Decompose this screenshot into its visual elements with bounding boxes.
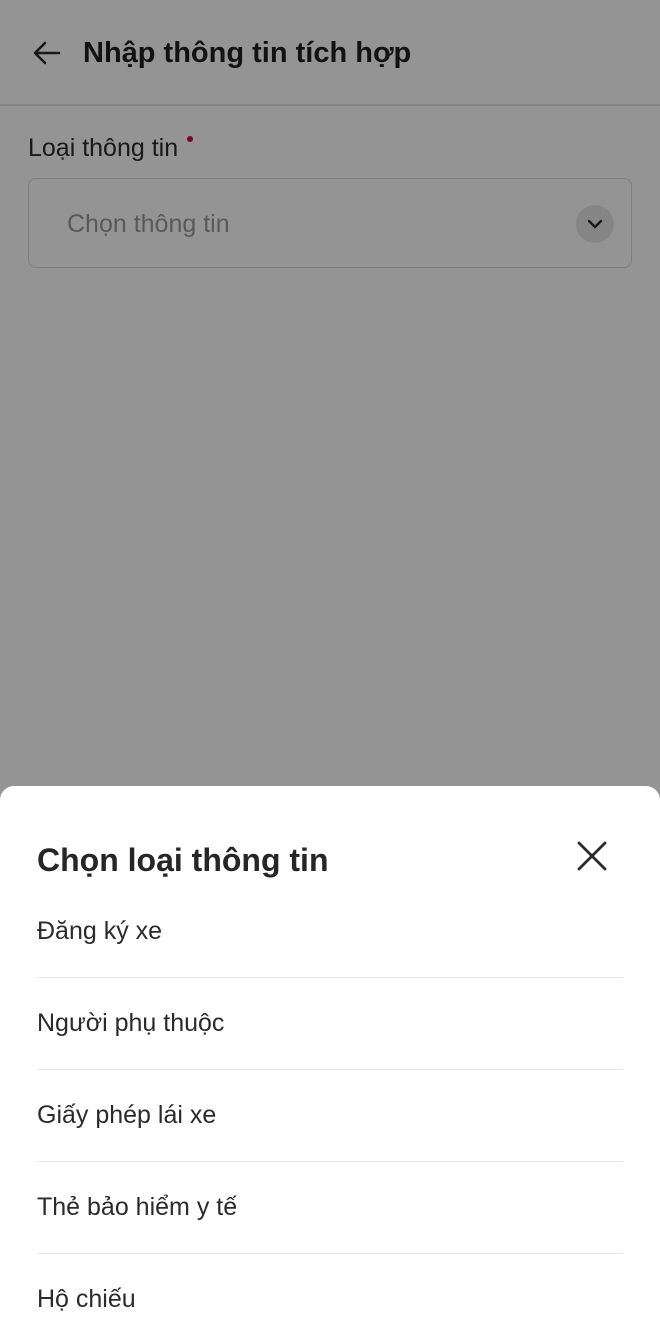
option-list: Đăng ký xe Người phụ thuộc Giấy phép lái… [37,886,623,1335]
option-item-vehicle-registration[interactable]: Đăng ký xe [37,886,623,978]
option-label: Đăng ký xe [37,917,163,945]
option-item-health-insurance-card[interactable]: Thẻ bảo hiểm y tế [37,1162,623,1254]
option-item-dependents[interactable]: Người phụ thuộc [37,978,623,1070]
sheet-title: Chọn loại thông tin [37,842,329,878]
option-label: Thẻ bảo hiểm y tế [37,1193,238,1221]
option-label: Giấy phép lái xe [37,1101,217,1129]
option-item-passport[interactable]: Hộ chiếu [37,1254,623,1335]
option-item-driving-license[interactable]: Giấy phép lái xe [37,1070,623,1162]
option-label: Hộ chiếu [37,1285,136,1313]
bottom-sheet: Chọn loại thông tin Đăng ký xe Người phụ… [0,786,660,1335]
option-label: Người phụ thuộc [37,1009,225,1037]
close-button[interactable] [568,832,616,880]
close-icon [577,841,607,871]
